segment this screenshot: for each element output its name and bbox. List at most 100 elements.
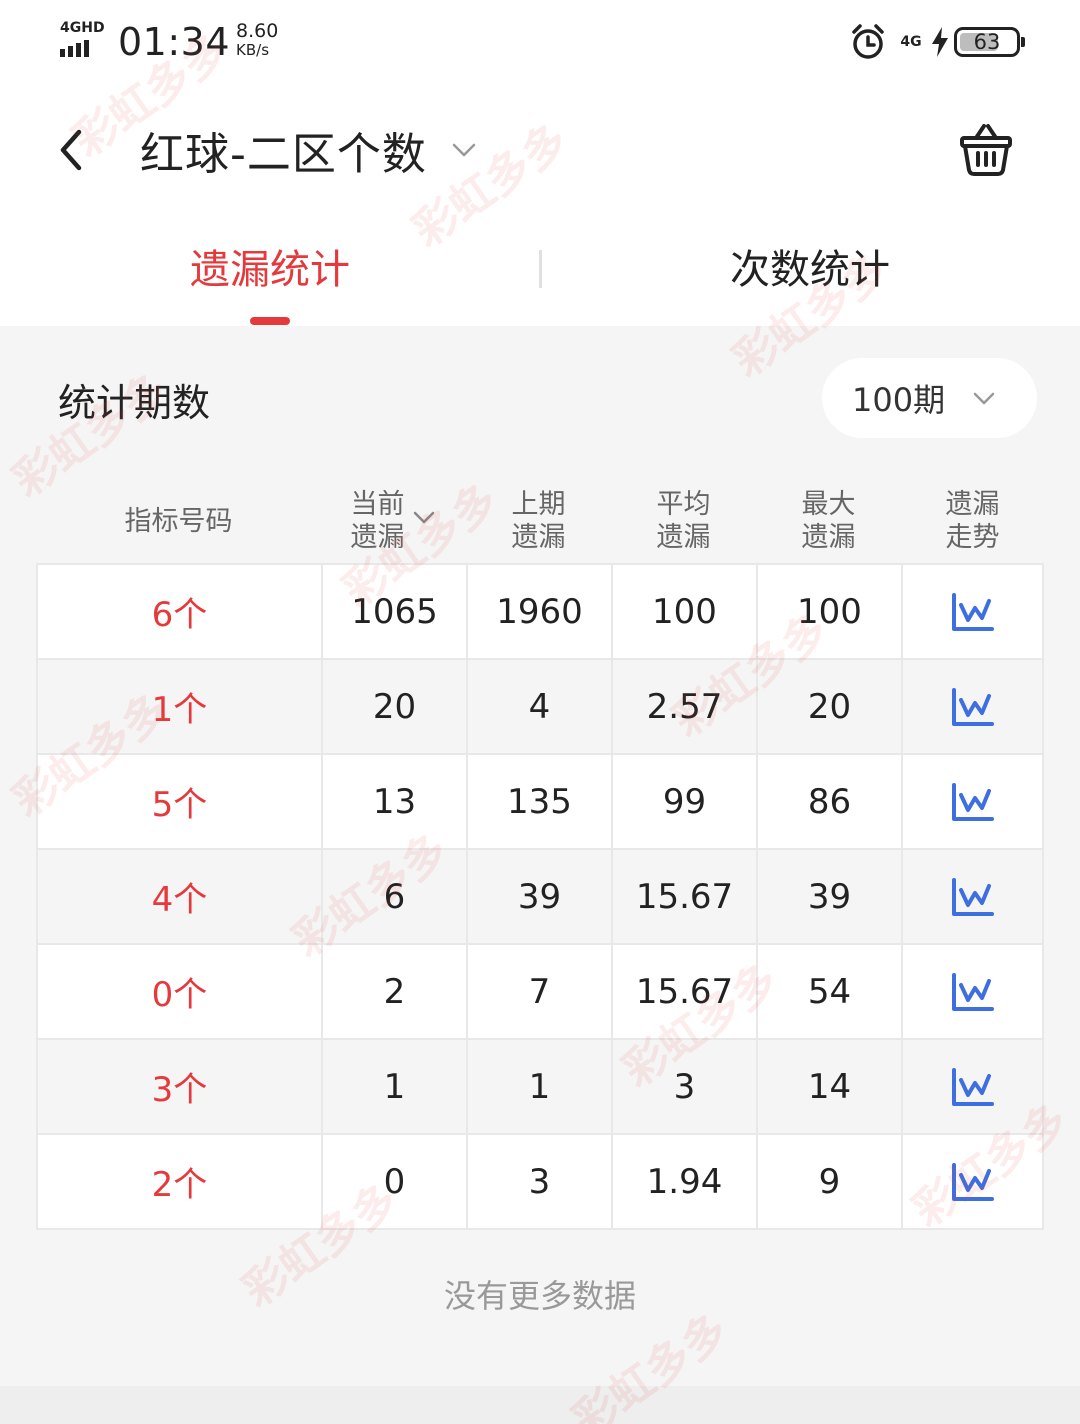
omission-table: 6个 1065 1960 100 100 1个 20 4 2.57 20 5个 …	[36, 563, 1044, 1230]
column-header-label: 遗漏	[511, 522, 566, 553]
cell-max: 20	[758, 660, 903, 753]
cell-index: 2个	[38, 1135, 323, 1228]
column-header-index-label: 指标号码	[124, 505, 233, 537]
table-row: 6个 1065 1960 100 100	[38, 565, 1042, 660]
status-bar: 4GHD 01:34 8.60 KB/s 4G 63	[0, 0, 1080, 90]
cell-avg: 15.67	[613, 850, 758, 943]
column-header-trend: 遗漏 走势	[901, 476, 1044, 566]
title-dropdown[interactable]: 红球-二区个数	[140, 115, 479, 185]
tab-omission-stats[interactable]: 遗漏统计	[0, 220, 540, 326]
cell-max: 86	[758, 755, 903, 848]
trend-button[interactable]	[903, 850, 1042, 943]
page-title: 红球-二区个数	[140, 129, 427, 180]
trend-button[interactable]	[903, 1040, 1042, 1133]
trend-chart-icon	[951, 782, 994, 821]
trend-button[interactable]	[903, 565, 1042, 658]
cell-current: 0	[323, 1135, 468, 1228]
cell-current: 20	[323, 660, 468, 753]
tab-count-stats[interactable]: 次数统计	[540, 220, 1080, 326]
column-header-label: 遗漏	[656, 522, 711, 553]
content-area: 统计期数 100期 指标号码 当前 遗漏 上期 遗漏 平均 遗漏 最大 遗漏 遗…	[0, 326, 1080, 1424]
cell-current: 2	[323, 945, 468, 1038]
cell-avg: 99	[613, 755, 758, 848]
column-header-label: 遗漏	[945, 489, 1000, 520]
trend-chart-icon	[951, 877, 994, 916]
trend-chart-icon	[951, 972, 994, 1011]
column-header-label: 平均	[656, 489, 711, 520]
cell-index: 5个	[38, 755, 323, 848]
cell-index: 1个	[38, 660, 323, 753]
trend-chart-icon	[951, 592, 994, 631]
column-header-current-sort[interactable]: 当前 遗漏	[321, 476, 466, 566]
tab-active-indicator	[250, 317, 290, 325]
trend-chart-icon	[951, 687, 994, 726]
title-bar: 红球-二区个数	[0, 95, 1080, 205]
table-header: 指标号码 当前 遗漏 上期 遗漏 平均 遗漏 最大 遗漏 遗漏 走势	[36, 476, 1044, 566]
no-more-data-text: 没有更多数据	[443, 1277, 636, 1315]
chevron-down-icon	[452, 143, 476, 157]
tab-count-stats-label: 次数统计	[730, 247, 890, 293]
cell-index: 6个	[38, 565, 323, 658]
column-header-label: 当前	[350, 489, 405, 520]
battery-level: 63	[973, 30, 1001, 54]
chevron-down-icon	[973, 392, 995, 405]
bottom-strip	[0, 1386, 1080, 1424]
cell-avg: 2.57	[613, 660, 758, 753]
charging-icon	[932, 27, 948, 57]
trend-button[interactable]	[903, 1135, 1042, 1228]
network-speed-value: 8.60	[236, 20, 279, 42]
cell-prev: 4	[468, 660, 613, 753]
trend-chart-icon	[951, 1162, 994, 1201]
tab-bar: 遗漏统计 次数统计	[0, 220, 1080, 326]
cell-avg: 3	[613, 1040, 758, 1133]
status-left: 4GHD 01:34 8.60 KB/s	[60, 18, 278, 66]
trend-button[interactable]	[903, 660, 1042, 753]
cell-current: 1	[323, 1040, 468, 1133]
cell-current: 13	[323, 755, 468, 848]
column-header-label: 最大	[801, 489, 856, 520]
column-header-index: 指标号码	[36, 476, 321, 566]
cell-max: 39	[758, 850, 903, 943]
page: 4GHD 01:34 8.60 KB/s 4G 63 红球-二区个数 遗漏统计 …	[0, 0, 1080, 1424]
cell-current: 6	[323, 850, 468, 943]
trend-chart-icon	[951, 1067, 994, 1106]
cell-avg: 100	[613, 565, 758, 658]
table-row: 0个 2 7 15.67 54	[38, 945, 1042, 1040]
period-select-value: 100期	[852, 381, 946, 419]
cell-index: 4个	[38, 850, 323, 943]
tab-omission-stats-label: 遗漏统计	[190, 247, 350, 293]
signal-block: 4GHD	[60, 18, 108, 62]
chevron-left-icon	[60, 129, 82, 171]
cell-prev: 3	[468, 1135, 613, 1228]
basket-icon[interactable]	[956, 120, 1016, 180]
cell-avg: 1.94	[613, 1135, 758, 1228]
network-speed-unit: KB/s	[236, 41, 270, 59]
cell-max: 100	[758, 565, 903, 658]
trend-button[interactable]	[903, 755, 1042, 848]
column-header-label: 走势	[945, 522, 1000, 553]
column-header-label: 上期	[511, 489, 566, 520]
table-row: 5个 13 135 99 86	[38, 755, 1042, 850]
alarm-icon	[852, 24, 884, 59]
column-header-prev: 上期 遗漏	[466, 476, 611, 566]
period-label: 统计期数	[58, 381, 211, 425]
cell-prev: 1960	[468, 565, 613, 658]
status-right: 4G 63	[848, 22, 1025, 62]
trend-button[interactable]	[903, 945, 1042, 1038]
cell-max: 14	[758, 1040, 903, 1133]
cell-prev: 39	[468, 850, 613, 943]
network-type-label: 4GHD	[60, 20, 105, 36]
status-time: 01:34	[118, 20, 231, 64]
column-header-avg: 平均 遗漏	[611, 476, 756, 566]
cell-avg: 15.67	[613, 945, 758, 1038]
column-header-label: 遗漏	[350, 522, 405, 553]
period-select[interactable]: 100期	[822, 358, 1037, 438]
table-row: 4个 6 39 15.67 39	[38, 850, 1042, 945]
cell-max: 54	[758, 945, 903, 1038]
back-button[interactable]	[40, 115, 100, 185]
table-row: 2个 0 3 1.94 9	[38, 1135, 1042, 1228]
cell-prev: 135	[468, 755, 613, 848]
cell-max: 9	[758, 1135, 903, 1228]
network-right-label: 4G	[900, 34, 922, 50]
table-row: 3个 1 1 3 14	[38, 1040, 1042, 1135]
